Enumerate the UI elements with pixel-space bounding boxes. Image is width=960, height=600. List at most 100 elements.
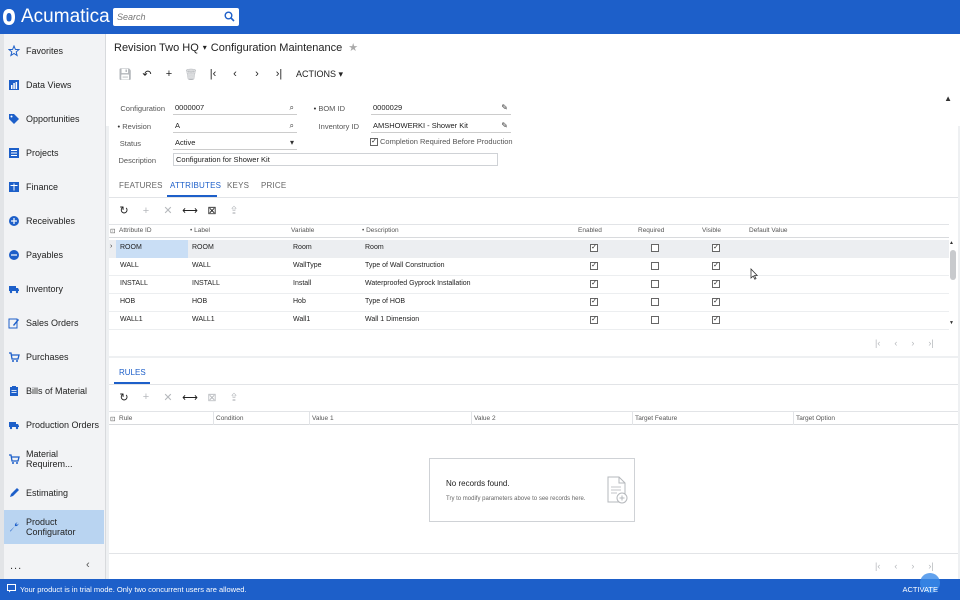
column-header-condition[interactable]: Condition [216,415,243,422]
sidebar-item-estimating[interactable]: Estimating [4,476,104,510]
enabled-checkbox[interactable] [590,262,598,270]
cell-description[interactable]: Wall 1 Dimension [365,316,419,323]
collapse-sidebar-button[interactable]: ‹ [86,559,90,571]
add-row-icon[interactable]: + [135,203,157,219]
cell-label[interactable]: HOB [192,298,207,305]
enabled-checkbox[interactable] [590,298,598,306]
next-page-icon[interactable]: › [911,338,914,348]
visible-checkbox[interactable] [712,262,720,270]
tab-price[interactable]: PRICE [261,181,286,190]
company-selector[interactable]: Revision Two HQ [114,42,199,54]
upload-icon[interactable]: ⇪ [223,203,245,219]
next-page-icon[interactable]: › [911,561,914,571]
enabled-checkbox[interactable] [590,316,598,324]
column-header-target-feature[interactable]: Target Feature [635,415,677,422]
sidebar-item-receivables[interactable]: Receivables [4,204,104,238]
cell-variable[interactable]: Install [293,280,311,287]
lookup-icon[interactable]: ⌕ [290,102,294,114]
favorite-star-icon[interactable]: ★ [348,41,358,54]
edit-pencil-icon[interactable]: ✎ [501,102,508,114]
last-page-icon[interactable]: ›| [928,338,933,348]
refresh-icon[interactable]: ↻ [113,389,135,405]
sidebar-item-data-views[interactable]: Data Views [4,68,104,102]
more-menu-button[interactable]: ... [10,560,22,572]
bom-id-field[interactable]: 0000029 ✎ [371,102,511,115]
previous-page-icon[interactable]: ‹ [894,338,897,348]
actions-menu[interactable]: ACTIONS ▾ [296,69,343,80]
column-header-target-option[interactable]: Target Option [796,415,835,422]
grid-scrollbar[interactable]: ▲ ▼ [949,238,957,328]
required-checkbox[interactable] [651,262,659,270]
last-page-icon[interactable]: ›| [928,561,933,571]
cell-variable[interactable]: Hob [293,298,306,305]
sidebar-item-bills-of-material[interactable]: Bills of Material [4,374,104,408]
next-record-icon[interactable]: › [246,66,268,82]
chevron-down-icon[interactable]: ▾ [290,137,294,149]
fit-to-screen-icon[interactable]: ⟷ [179,203,201,219]
column-header-visible[interactable]: Visible [702,227,721,234]
chevron-down-icon[interactable]: ▾ [203,43,207,52]
sidebar-item-finance[interactable]: Finance [4,170,104,204]
previous-record-icon[interactable]: ‹ [224,66,246,82]
sidebar-item-projects[interactable]: Projects [4,136,104,170]
cell-attribute-id[interactable]: WALL [120,262,139,269]
column-header-enabled[interactable]: Enabled [578,227,602,234]
sidebar-item-purchases[interactable]: Purchases [4,340,104,374]
tab-keys[interactable]: KEYS [227,181,249,190]
sidebar-item-payables[interactable]: Payables [4,238,104,272]
column-header-description[interactable]: • Description [362,227,399,234]
sidebar-item-inventory[interactable]: Inventory [4,272,104,306]
completion-required-checkbox[interactable]: Completion Required Before Production [370,137,513,146]
column-header-rule[interactable]: Rule [119,415,132,422]
sidebar-item-production-orders[interactable]: Production Orders [4,408,104,442]
acumatica-logo[interactable]: Acumatica [2,6,110,28]
visible-checkbox[interactable] [712,316,720,324]
required-checkbox[interactable] [651,244,659,252]
refresh-icon[interactable]: ↻ [113,203,135,219]
table-row[interactable]: WALL WALL WallType Type of Wall Construc… [109,258,949,276]
revision-field[interactable]: A ⌕ [173,120,297,133]
add-icon[interactable]: + [158,66,180,82]
undo-icon[interactable]: ↶ [136,66,158,82]
description-field[interactable]: Configuration for Shower Kit [173,153,498,166]
edit-pencil-icon[interactable]: ✎ [501,120,508,132]
sidebar-item-favorites[interactable]: Favorites [4,34,104,68]
tab-attributes[interactable]: ATTRIBUTES [170,181,221,190]
cell-label[interactable]: WALL1 [192,316,215,323]
cell-description[interactable]: Type of HOB [365,298,405,305]
sidebar-item-material-requirements[interactable]: Material Requirem... [4,442,104,476]
enabled-checkbox[interactable] [590,280,598,288]
delete-row-icon[interactable]: ✕ [157,203,179,219]
cell-attribute-id[interactable]: HOB [120,298,135,305]
scroll-down-icon[interactable]: ▼ [949,320,954,326]
cell-label[interactable]: WALL [192,262,211,269]
required-checkbox[interactable] [651,298,659,306]
activate-link[interactable]: ACTIVATE [902,585,938,594]
search-box[interactable] [113,8,239,26]
required-checkbox[interactable] [651,280,659,288]
enabled-checkbox[interactable] [590,244,598,252]
checkbox[interactable] [370,137,378,146]
status-select[interactable]: Active ▾ [173,137,297,150]
table-row[interactable]: HOB HOB Hob Type of HOB [109,294,949,312]
delete-icon[interactable]: 🗑︎ [180,66,202,82]
cell-attribute-id[interactable]: INSTALL [120,280,148,287]
column-header-value-2[interactable]: Value 2 [474,415,496,422]
first-page-icon[interactable]: |‹ [875,561,880,571]
column-header-label[interactable]: • Label [190,227,210,234]
cell-description[interactable]: Type of Wall Construction [365,262,445,269]
save-icon[interactable]: 💾︎ [114,66,136,82]
cell-description[interactable]: Room [365,244,384,251]
sidebar-item-product-configurator[interactable]: Product Configurator [4,510,104,544]
collapse-form-icon[interactable]: ▲ [944,94,952,103]
visible-checkbox[interactable] [712,298,720,306]
column-settings-icon[interactable]: ⊡ [110,415,115,423]
previous-page-icon[interactable]: ‹ [894,561,897,571]
cell-variable[interactable]: WallType [293,262,322,269]
first-record-icon[interactable]: |‹ [202,66,224,82]
upload-icon[interactable]: ⇪ [223,389,245,405]
tab-features[interactable]: FEATURES [119,181,163,190]
visible-checkbox[interactable] [712,244,720,252]
table-row[interactable]: WALL1 WALL1 Wall1 Wall 1 Dimension [109,312,949,330]
export-excel-icon[interactable]: ⊠ [201,389,223,405]
